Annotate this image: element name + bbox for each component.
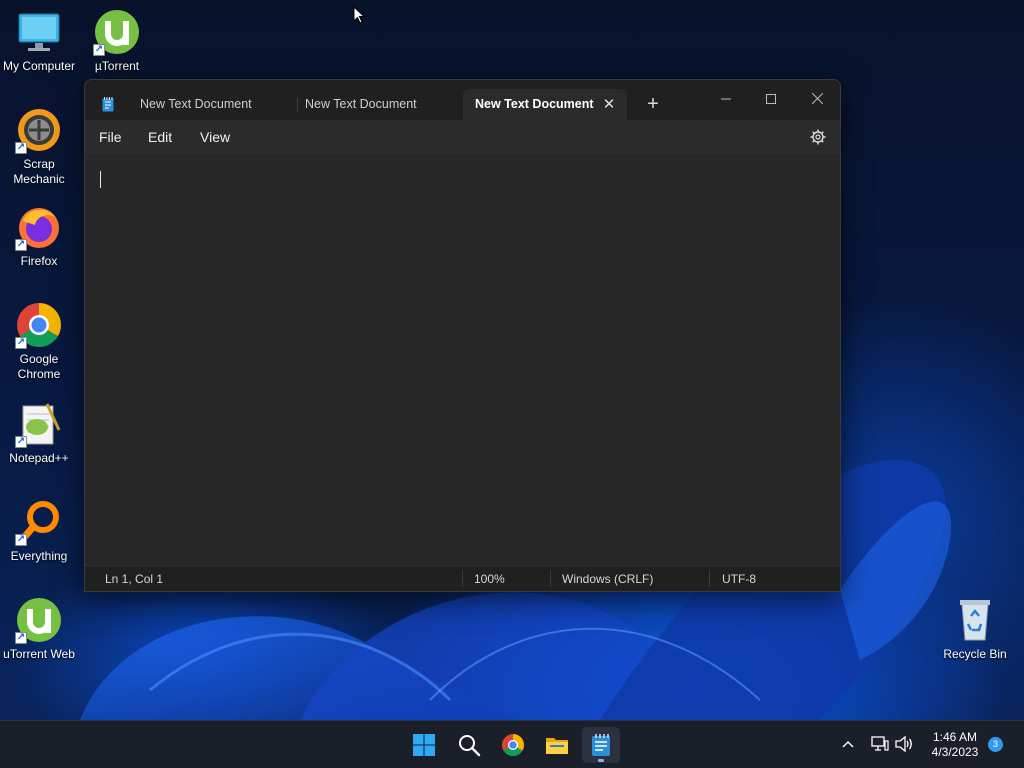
desktop-icon-label: uTorrent Web <box>3 647 75 661</box>
tab-label: New Text Document <box>475 97 594 111</box>
text-editor-area[interactable] <box>85 154 840 567</box>
desktop-icon-label: µTorrent <box>94 59 140 73</box>
notification-badge[interactable]: 3 <box>988 737 1003 752</box>
status-cursor-position: Ln 1, Col 1 <box>105 572 164 586</box>
desktop-icon-scrap-mechanic[interactable]: ↗ Scrap Mechanic <box>0 106 78 187</box>
desktop-icon-everything[interactable]: ↗ Everything <box>0 498 78 564</box>
shortcut-arrow-icon: ↗ <box>15 436 27 448</box>
utorrent-icon: ↗ <box>93 8 141 56</box>
shortcut-arrow-icon: ↗ <box>15 239 27 251</box>
notepad-window[interactable]: New Text Document New Text Document New … <box>84 79 841 592</box>
taskbar-file-explorer-button[interactable] <box>538 727 576 763</box>
start-icon <box>413 734 435 756</box>
shortcut-arrow-icon: ↗ <box>15 632 27 644</box>
settings-gear-icon[interactable] <box>810 129 826 145</box>
tab-document-1[interactable]: New Text Document <box>128 89 288 120</box>
status-separator <box>462 570 463 587</box>
desktop-icon-notepad-plus-plus[interactable]: ↗ Notepad++ <box>0 400 78 466</box>
taskbar-clock[interactable]: 1:46 AM 4/3/2023 <box>924 730 986 760</box>
taskbar-search-button[interactable] <box>450 727 488 763</box>
desktop-icon-label: Recycle Bin <box>943 647 1007 661</box>
clock-date: 4/3/2023 <box>931 745 979 759</box>
tab-label: New Text Document <box>140 97 252 111</box>
volume-icon[interactable] <box>895 736 913 752</box>
taskbar: 1:46 AM 4/3/2023 <box>0 720 1024 768</box>
status-separator <box>709 570 710 587</box>
new-tab-button[interactable]: + <box>643 94 663 116</box>
close-window-button[interactable] <box>794 85 840 113</box>
desktop-icon-label: Notepad++ <box>9 451 69 465</box>
desktop-icon-label: Everything <box>10 549 68 563</box>
minimize-button[interactable] <box>703 85 749 113</box>
everything-search-icon: ↗ <box>15 498 63 546</box>
taskbar-notepad-button[interactable] <box>582 727 620 763</box>
notepad-plus-plus-icon: ↗ <box>15 400 63 448</box>
status-encoding[interactable]: UTF-8 <box>722 572 756 586</box>
mouse-pointer-icon <box>353 6 365 24</box>
chrome-icon <box>502 734 524 756</box>
maximize-icon <box>766 94 776 104</box>
close-icon <box>811 92 823 105</box>
scrap-mechanic-icon: ↗ <box>15 106 63 154</box>
recycle-bin-icon <box>951 596 999 644</box>
notepad-icon <box>102 97 114 112</box>
status-separator <box>550 570 551 587</box>
desktop-icon-label: Firefox <box>20 254 58 268</box>
desktop-icon-label: Scrap Mechanic <box>13 157 65 186</box>
tab-bar: New Text Document New Text Document New … <box>85 80 840 120</box>
chrome-icon: ↗ <box>15 301 63 349</box>
tab-document-2[interactable]: New Text Document <box>293 89 453 120</box>
firefox-icon: ↗ <box>15 203 63 251</box>
computer-icon <box>15 8 63 56</box>
show-hidden-icons-chevron-icon[interactable] <box>842 739 854 749</box>
desktop-icon-label: My Computer <box>2 59 76 73</box>
close-tab-icon[interactable]: ✕ <box>601 89 617 120</box>
desktop-icon-firefox[interactable]: ↗ Firefox <box>0 203 78 269</box>
menu-file[interactable]: File <box>99 129 122 145</box>
text-caret <box>100 171 101 188</box>
status-bar: Ln 1, Col 1 100% Windows (CRLF) UTF-8 <box>85 565 840 591</box>
shortcut-arrow-icon: ↗ <box>15 142 27 154</box>
tab-document-3[interactable]: New Text Document ✕ <box>463 89 627 120</box>
search-icon <box>459 735 481 757</box>
status-line-ending[interactable]: Windows (CRLF) <box>562 572 653 586</box>
file-explorer-icon <box>546 738 568 754</box>
taskbar-chrome-button[interactable] <box>494 727 532 763</box>
network-icon[interactable] <box>871 736 889 752</box>
maximize-button[interactable] <box>748 85 794 113</box>
notepad-icon <box>592 734 610 756</box>
menu-bar: File Edit View <box>85 120 840 154</box>
menu-edit[interactable]: Edit <box>148 129 172 145</box>
clock-time: 1:46 AM <box>932 730 978 744</box>
shortcut-arrow-icon: ↗ <box>15 534 27 546</box>
desktop-icon-my-computer[interactable]: My Computer <box>0 8 78 74</box>
status-zoom[interactable]: 100% <box>474 572 505 586</box>
menu-view[interactable]: View <box>200 129 230 145</box>
shortcut-arrow-icon: ↗ <box>93 44 105 56</box>
desktop-icon-utorrent[interactable]: ↗ µTorrent <box>78 8 156 74</box>
shortcut-arrow-icon: ↗ <box>15 337 27 349</box>
utorrent-web-icon: ↗ <box>15 596 63 644</box>
minimize-icon <box>721 98 731 100</box>
tab-label: New Text Document <box>305 97 417 111</box>
desktop-icon-label: Google Chrome <box>17 352 61 381</box>
start-button[interactable] <box>405 727 443 763</box>
desktop-icon-google-chrome[interactable]: ↗ Google Chrome <box>0 301 78 382</box>
desktop-icon-recycle-bin[interactable]: Recycle Bin <box>936 596 1014 662</box>
desktop-icon-utorrent-web[interactable]: ↗ uTorrent Web <box>0 596 78 662</box>
